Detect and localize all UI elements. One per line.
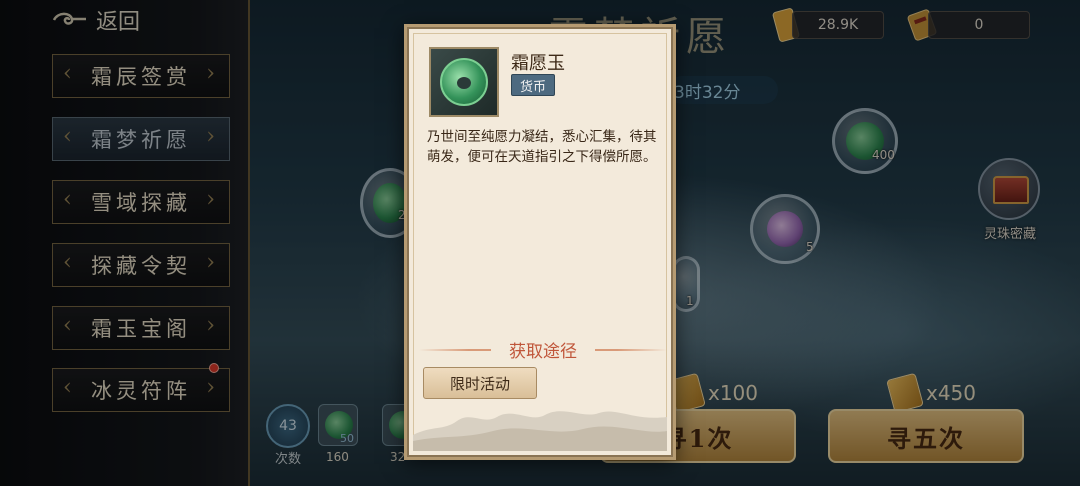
menu-item-ice-array[interactable]: 冰灵符阵 [52, 363, 230, 412]
back-button[interactable]: 返回 [50, 4, 140, 36]
bubble-count: 1 [686, 294, 694, 308]
reward-threshold: 32 [390, 450, 406, 464]
draw-count-label: 次数 [274, 452, 301, 467]
menu-item-label: 霜梦祈愿 [91, 128, 191, 152]
treasure-chest-label: 灵珠密藏 [983, 227, 1036, 242]
bubble-count: 5 [806, 240, 814, 254]
single-draw-cost: x100 [668, 372, 759, 414]
item-description: 乃世间至纯愿力凝结，悉心汇集，待其萌发，便可在天道指引之下得偿所愿。 [427, 129, 657, 165]
bubble-count: 400 [872, 148, 895, 162]
back-swirl-icon [50, 9, 88, 31]
gold-token-counter: 28.9K [792, 11, 884, 39]
draw-five-button[interactable]: 寻五次 [828, 409, 1024, 463]
back-label: 返回 [96, 10, 141, 35]
menu-item-label: 霜辰签赏 [91, 65, 191, 89]
reward-threshold: 160 [326, 450, 349, 464]
five-draw-cost: x450 [886, 372, 977, 414]
item-icon-frame [429, 47, 499, 117]
acquire-section-title: 获取途径 [491, 336, 595, 362]
menu-item-treasure-pass[interactable]: 探藏令契 [52, 243, 230, 287]
scroll-ticket-counter: 0 [928, 11, 1030, 39]
notification-dot [209, 363, 219, 373]
sidebar: 返回 霜辰签赏 霜梦祈愿 雪域探藏 探藏令契 霜玉宝阁 冰灵符阵 [0, 0, 250, 486]
menu-item-label: 探藏令契 [91, 254, 191, 278]
event-timer: 3时32分 [668, 76, 778, 104]
reward-bubble[interactable] [832, 108, 898, 174]
menu-item-snow-treasure[interactable]: 雪域探藏 [52, 180, 230, 224]
ticket-icon [886, 372, 924, 414]
menu-item-label: 霜玉宝阁 [91, 317, 191, 341]
item-type-tag: 货币 [511, 74, 555, 96]
treasure-chest-button[interactable] [978, 158, 1040, 220]
menu-item-frost-wish[interactable]: 霜梦祈愿 [52, 117, 230, 161]
draw-count-badge: 43 [266, 404, 310, 448]
cost-value: x100 [708, 381, 759, 405]
ink-mountains-decoration [413, 411, 667, 451]
item-detail-popup: 霜愿玉 货币 乃世间至纯愿力凝结，悉心汇集，待其萌发，便可在天道指引之下得偿所愿… [404, 24, 676, 460]
reward-qty: 50 [340, 432, 354, 445]
chest-icon [993, 176, 1029, 204]
game-screen: 返回 霜辰签赏 霜梦祈愿 雪域探藏 探藏令契 霜玉宝阁 冰灵符阵 霜梦祈愿 28… [0, 0, 1080, 486]
cost-value: x450 [926, 381, 977, 405]
spirit-pearl-icon [767, 211, 803, 247]
menu-item-label: 雪域探藏 [91, 191, 191, 215]
menu-item-frost-lottery[interactable]: 霜辰签赏 [52, 54, 230, 98]
menu-item-label: 冰灵符阵 [91, 379, 191, 403]
item-name: 霜愿玉 [511, 53, 565, 74]
menu-item-jade-shop[interactable]: 霜玉宝阁 [52, 306, 230, 350]
jade-hole [457, 77, 471, 89]
